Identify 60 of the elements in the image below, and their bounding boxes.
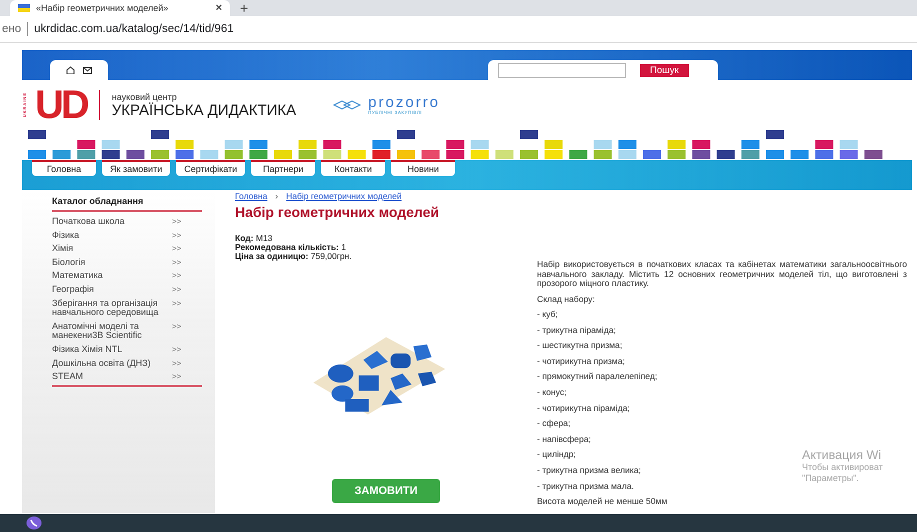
catalog-item[interactable]: Фізика >> bbox=[52, 228, 202, 242]
list-item: - циліндр; bbox=[537, 450, 576, 462]
tab-title: «Набір геометричних моделей» bbox=[36, 3, 170, 13]
catalog-item[interactable]: STEAM >> bbox=[52, 370, 202, 384]
breadcrumb-link[interactable]: Набір геометричних моделей bbox=[286, 191, 402, 201]
list-item: - конус; bbox=[537, 388, 567, 400]
list-item: - трикутна призма велика; bbox=[537, 466, 641, 478]
list-item: - прямокутний паралелепіпед; bbox=[537, 372, 658, 384]
product-spec: Рекомедована кількість: 1 bbox=[235, 243, 346, 252]
catalog-item[interactable]: Математика >> bbox=[52, 269, 202, 283]
list-item: - шестикутна призма; bbox=[537, 341, 622, 352]
close-button[interactable]: × bbox=[216, 0, 222, 16]
catalog-item[interactable]: Хімія >> bbox=[52, 242, 202, 256]
home-icon[interactable] bbox=[66, 66, 75, 74]
security-label: ено bbox=[2, 23, 22, 35]
activation-notice-text: "Параметры". bbox=[802, 473, 860, 484]
search-field[interactable] bbox=[498, 62, 626, 78]
nav-tab[interactable]: Партнери bbox=[251, 160, 316, 176]
partner-logo-icon bbox=[332, 98, 362, 112]
logo[interactable]: UD bbox=[35, 85, 87, 125]
activation-notice-text: Чтобы активироват bbox=[802, 462, 884, 473]
catalog-item[interactable]: Початкова школа >> bbox=[52, 215, 202, 229]
list-item: - трикутна призма мала. bbox=[537, 482, 634, 493]
browser-tab[interactable]: «Набір геометричних моделей» × bbox=[10, 0, 230, 16]
catalog-heading: Каталог обладнання bbox=[52, 196, 202, 212]
catalog-item[interactable]: Біологія >> bbox=[52, 256, 202, 270]
mail-icon[interactable] bbox=[83, 66, 92, 74]
nav-tab[interactable]: Головна bbox=[32, 160, 96, 176]
catalog-item[interactable]: Анатомічні моделі та манекени3B Scientific >> bbox=[52, 320, 202, 343]
catalog-item[interactable]: Дошкільна освіта (ДНЗ) >> bbox=[52, 356, 202, 370]
catalog-item[interactable]: Географія >> bbox=[52, 282, 202, 297]
nav-tab[interactable]: Новини bbox=[391, 160, 456, 176]
logo-subtitle: науковий центр bbox=[112, 92, 178, 102]
list-item: - трикутна піраміда; bbox=[537, 326, 616, 337]
breadcrumb-link[interactable]: Головна bbox=[235, 191, 268, 201]
catalog-item[interactable]: Зберігання та організація навчального середовища >> bbox=[52, 296, 202, 320]
activation-notice-title: Активация Wi bbox=[802, 448, 882, 462]
list-item: - чотирикутна призма; bbox=[537, 356, 625, 368]
product-description: Набір використовується в початкових класах та кабінетах математики загальноосвітнього навчального закладу. Містить 12 основних геометричних моделей тіл, що виготовлені з прозорого міцного пластику. bbox=[537, 260, 907, 288]
product-spec: Ціна за одиницю: 759,00грн. bbox=[235, 252, 352, 261]
list-item: - куб; bbox=[537, 310, 558, 321]
list-item: - напівсфера; bbox=[537, 434, 591, 446]
partner-logo-text[interactable]: prozorro bbox=[368, 96, 440, 110]
product-note: Висота моделей не менше 50мм bbox=[537, 497, 668, 508]
product-spec: Код: M13 bbox=[235, 234, 272, 243]
nav-tab[interactable]: Сертифікати bbox=[176, 160, 246, 176]
nav-tab[interactable]: Як замовити bbox=[102, 160, 170, 176]
phone-app-icon[interactable] bbox=[26, 516, 42, 530]
search-button[interactable]: Пошук bbox=[640, 64, 689, 76]
flag-icon bbox=[18, 4, 30, 12]
list-item: - сфера; bbox=[537, 419, 570, 430]
product-title: Набір геометричних моделей bbox=[235, 204, 440, 220]
new-tab-button[interactable]: + bbox=[240, 0, 248, 16]
logo-name: УКРАЇНСЬКА ДИДАКТИКА bbox=[112, 102, 296, 118]
catalog-item[interactable]: Фізика Хімія NTL >> bbox=[52, 342, 202, 357]
list-item: - чотирикутна піраміда; bbox=[537, 404, 630, 415]
list-heading: Склад набору: bbox=[537, 294, 595, 304]
nav-tab[interactable]: Контакти bbox=[321, 160, 386, 176]
breadcrumb-separator: › bbox=[275, 191, 278, 201]
address-bar-url[interactable]: ukrdidac.com.ua/katalog/sec/14/tid/961 bbox=[34, 23, 234, 35]
